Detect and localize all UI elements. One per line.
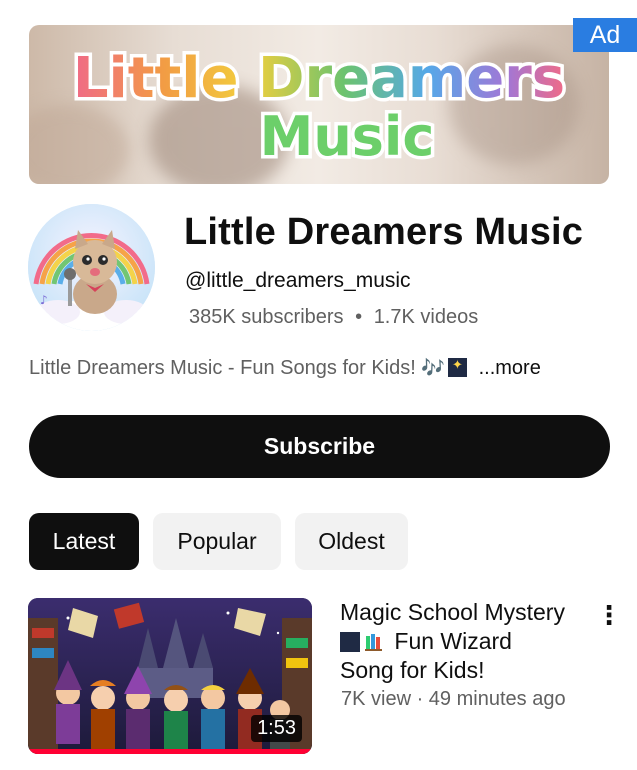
- channel-handle: @little_dreamers_music: [185, 269, 411, 292]
- musical-notes-icon: 🎶: [421, 358, 446, 379]
- video-title-line2: Fun Wizard: [340, 627, 595, 656]
- video-title[interactable]: Magic School Mystery Fun Wizard Song for…: [340, 598, 595, 685]
- video-meta: 7K view · 49 minutes ago: [341, 688, 566, 710]
- books-icon: [365, 634, 382, 651]
- channel-avatar[interactable]: ♪: [28, 204, 155, 331]
- filter-chip-oldest[interactable]: Oldest: [295, 513, 408, 570]
- sparkle-night-icon: [448, 357, 468, 377]
- video-duration: 1:53: [251, 715, 302, 742]
- banner-title-line1: Little Dreamers: [73, 46, 565, 111]
- channel-name: Little Dreamers Music: [184, 211, 584, 253]
- more-link[interactable]: ...more: [479, 357, 541, 379]
- stats-separator: •: [355, 306, 363, 328]
- video-thumbnail[interactable]: 1:53: [28, 598, 312, 754]
- subscriber-count: 385K: [189, 306, 236, 328]
- filter-chip-popular[interactable]: Popular: [153, 513, 281, 570]
- banner-title-line2: Music: [260, 105, 435, 168]
- channel-banner: Little Dreamers Music: [29, 25, 609, 184]
- subscriber-label: subscribers: [241, 306, 344, 328]
- video-title-line2-text: Fun Wizard: [394, 628, 512, 654]
- sparkle-night-icon: [340, 632, 360, 652]
- subscribe-button[interactable]: Subscribe: [29, 415, 610, 478]
- description-text: Little Dreamers Music - Fun Songs for Ki…: [29, 357, 416, 379]
- watch-progress-bar: [28, 749, 312, 754]
- channel-stats: 385K subscribers • 1.7K videos: [189, 306, 478, 329]
- kitten-avatar-image: ♪: [28, 204, 155, 331]
- more-vert-icon[interactable]: ⋮: [596, 600, 622, 630]
- video-count: 1.7K videos: [373, 306, 479, 328]
- video-title-line3: Song for Kids!: [340, 657, 485, 683]
- ad-badge[interactable]: Ad: [573, 18, 637, 52]
- filter-chip-latest[interactable]: Latest: [29, 513, 139, 570]
- channel-description[interactable]: Little Dreamers Music - Fun Songs for Ki…: [29, 356, 541, 380]
- banner-logo: Little Dreamers Music: [69, 43, 568, 172]
- video-title-line1: Magic School Mystery: [340, 599, 565, 625]
- svg-text:♪: ♪: [40, 293, 48, 307]
